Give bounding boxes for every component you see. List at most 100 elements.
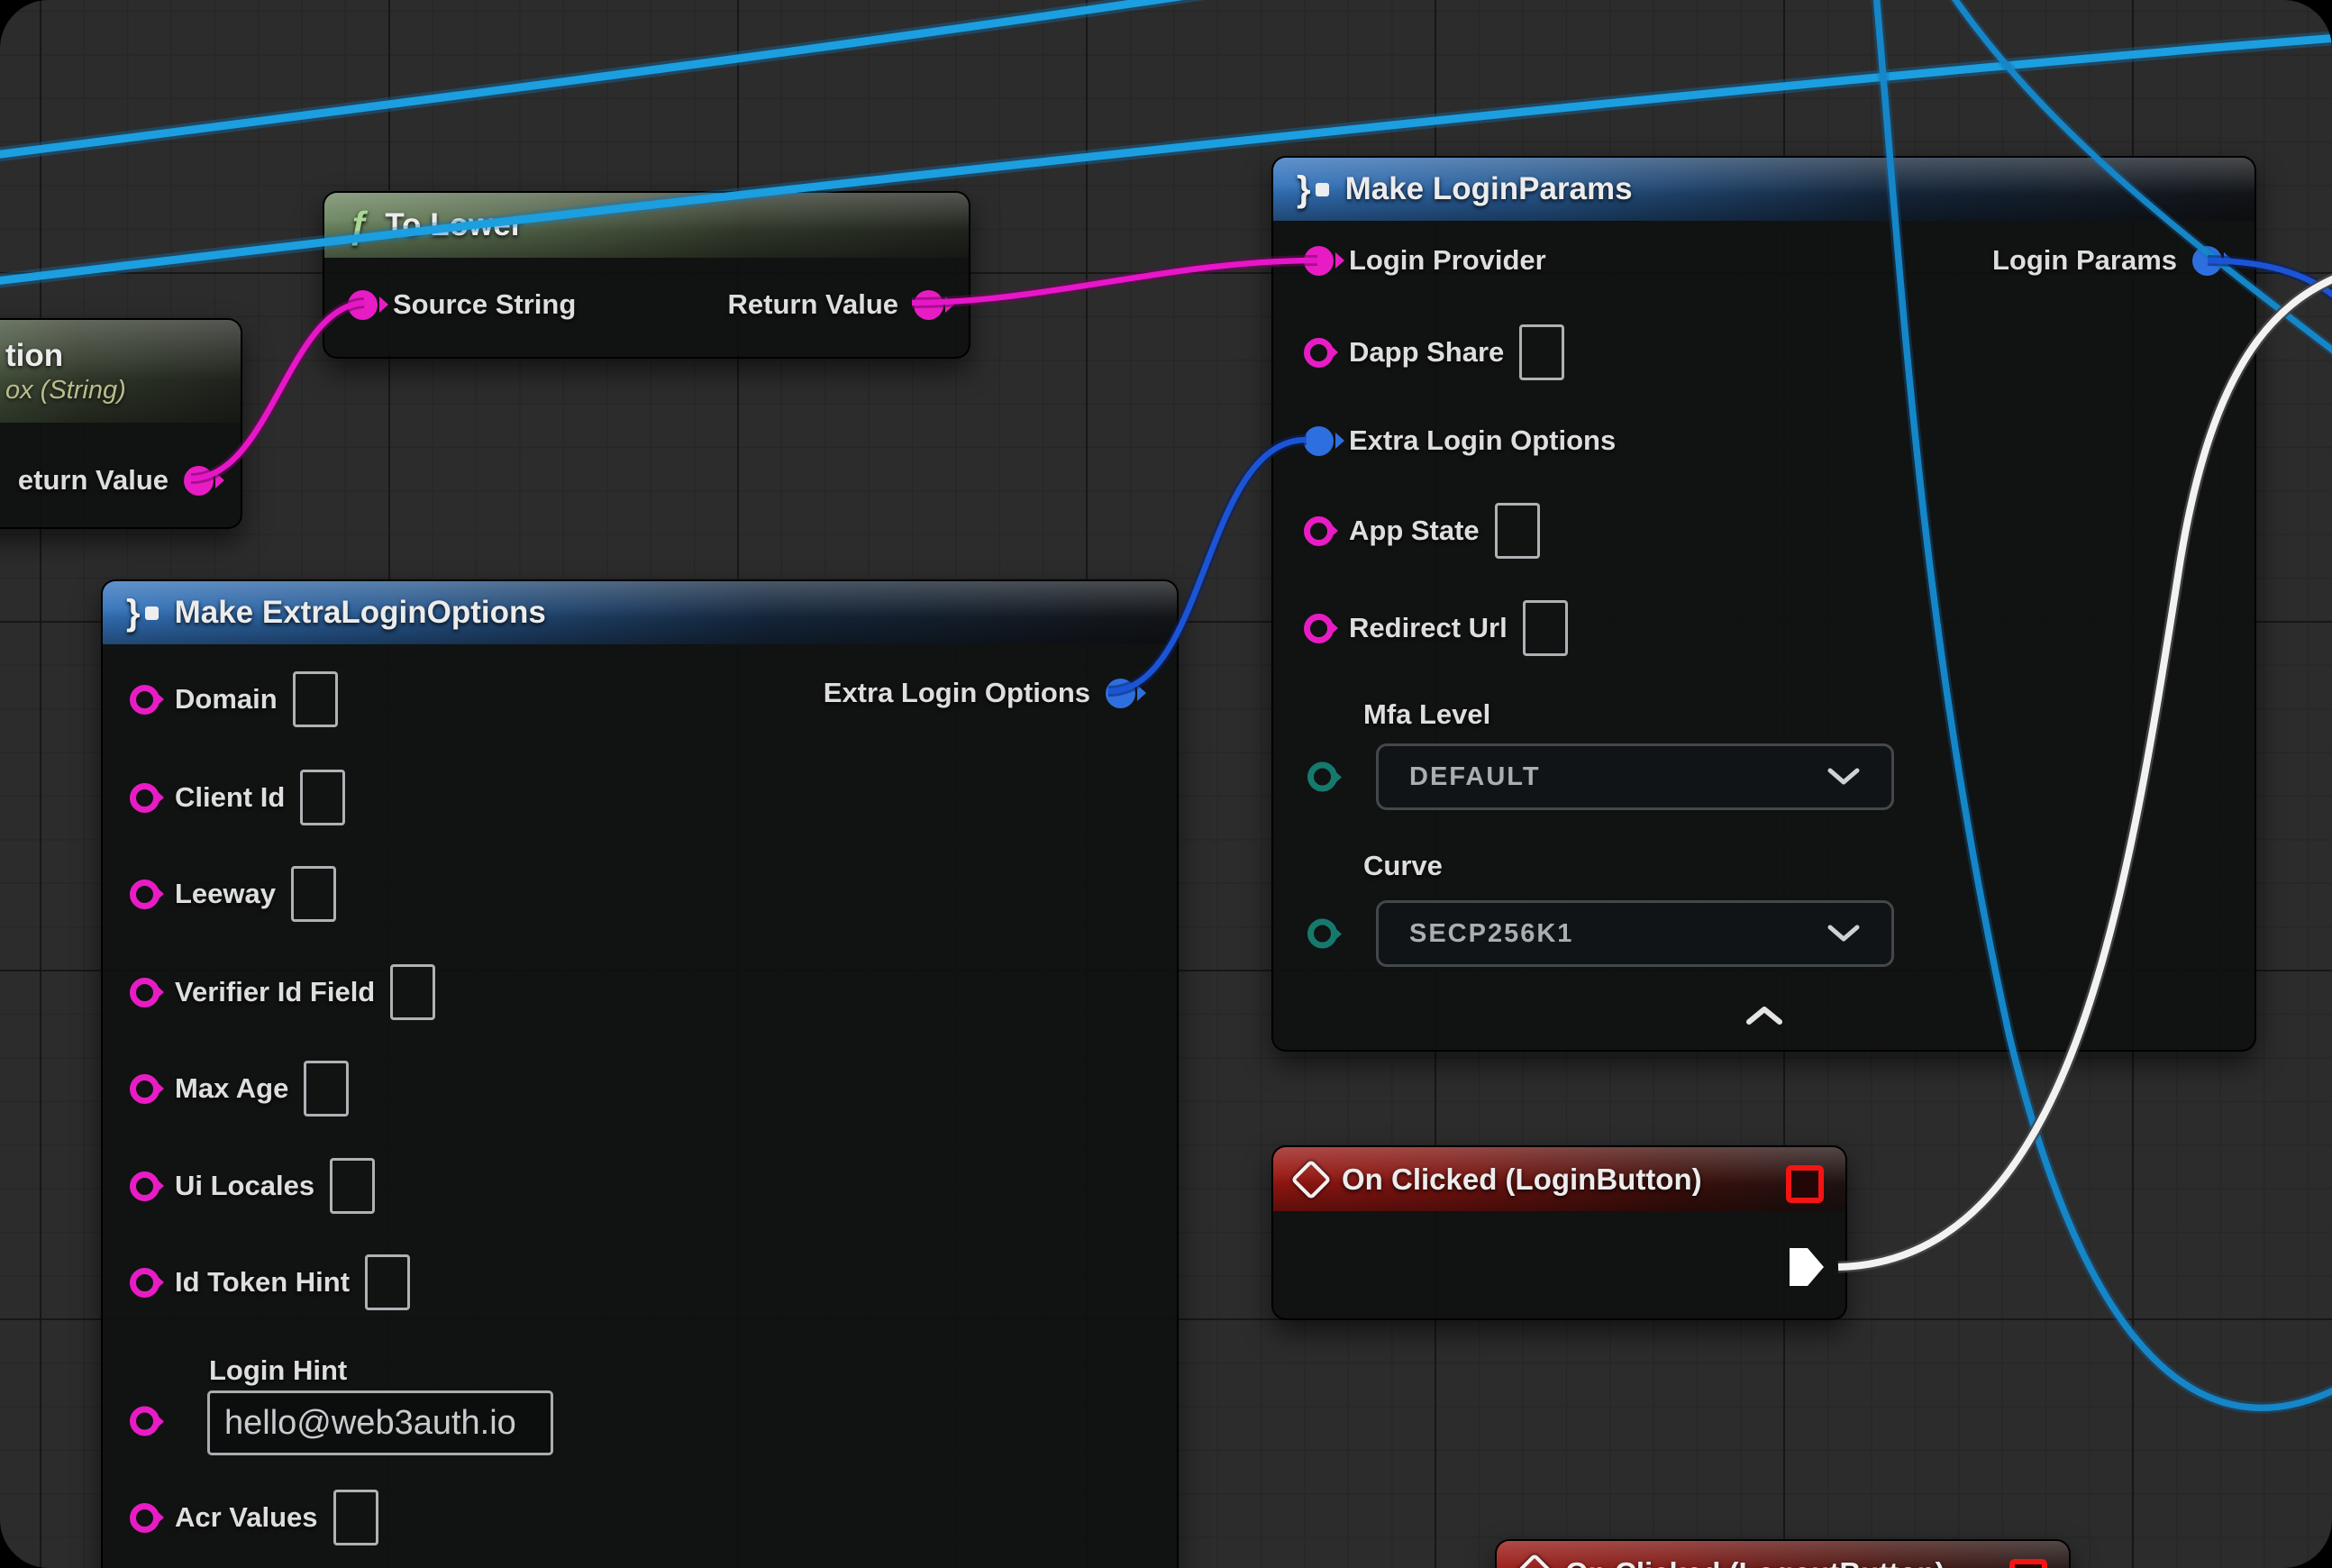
node-header[interactable]: On Clicked (LoginButton)	[1273, 1147, 1845, 1211]
string-input-pin[interactable]	[130, 685, 159, 715]
curve-value: SECP256K1	[1409, 919, 1573, 949]
make-struct-icon: }	[1297, 169, 1329, 210]
pin-row-extra-login-options-in: Extra Login Options	[1304, 424, 1616, 457]
delegate-pin-icon[interactable]	[1786, 1165, 1824, 1203]
node-title: Make ExtraLoginOptions	[175, 595, 546, 631]
pin-row-login-provider: Login Provider	[1304, 244, 1546, 277]
node-title: On Clicked (LogoutButton)	[1565, 1556, 1945, 1568]
login-hint-input[interactable]	[207, 1390, 553, 1455]
pin-label: Verifier Id Field	[175, 976, 375, 1008]
node-subtitle-fragment: ox (String)	[5, 376, 126, 406]
pin-label: Login Provider	[1349, 244, 1546, 277]
pin-row-id-token-hint: Id Token Hint	[130, 1254, 410, 1310]
node-text-getter-partial[interactable]: tion ox (String) eturn Value	[0, 318, 242, 529]
curve-label: Curve	[1363, 850, 1443, 882]
node-to-lower[interactable]: ƒ To Lower Source String Return Value	[323, 191, 970, 359]
text-value-box[interactable]	[390, 964, 435, 1020]
string-input-pin[interactable]	[130, 1268, 159, 1298]
text-value-box[interactable]	[365, 1254, 410, 1310]
text-value-box[interactable]	[1495, 503, 1540, 559]
node-header[interactable]: On Clicked (LogoutButton)	[1497, 1541, 2069, 1568]
string-input-pin[interactable]	[130, 1074, 159, 1104]
struct-output-pin[interactable]	[2192, 246, 2222, 276]
chevron-down-icon	[1826, 767, 1861, 787]
pin-row-verifier-id-field: Verifier Id Field	[130, 964, 435, 1020]
pin-label: Login Params	[1992, 244, 2177, 277]
event-diamond-icon	[1290, 1159, 1331, 1199]
node-on-clicked-logout-button[interactable]: On Clicked (LogoutButton)	[1495, 1539, 2071, 1568]
pin-label: Return Value	[728, 288, 899, 321]
pin-row-leeway: Leeway	[130, 866, 336, 922]
text-value-box[interactable]	[1519, 324, 1564, 380]
pin-row-return-value: Return Value	[728, 288, 944, 321]
string-output-pin[interactable]	[184, 466, 214, 496]
event-diamond-icon	[1514, 1553, 1554, 1568]
node-title: On Clicked (LoginButton)	[1342, 1162, 1702, 1197]
string-input-pin[interactable]	[130, 783, 159, 813]
string-input-pin[interactable]	[130, 978, 159, 1007]
chevron-down-icon	[1826, 924, 1861, 944]
curve-dropdown[interactable]: SECP256K1	[1376, 900, 1894, 967]
pin-label: Client Id	[175, 781, 285, 814]
node-header[interactable]: } Make ExtraLoginOptions	[103, 581, 1177, 644]
enum-input-pin[interactable]	[1307, 762, 1337, 792]
pin-label: Source String	[393, 288, 576, 321]
pin-row-client-id: Client Id	[130, 770, 345, 825]
pin-row-login-params-out: Login Params	[1992, 244, 2222, 277]
mfa-level-value: DEFAULT	[1409, 762, 1541, 792]
exec-output-pin[interactable]	[1788, 1246, 1827, 1292]
text-value-box[interactable]	[304, 1061, 349, 1117]
node-title: To Lower	[385, 207, 523, 243]
text-value-box[interactable]	[291, 866, 336, 922]
string-input-pin[interactable]	[1304, 516, 1334, 546]
mfa-level-dropdown[interactable]: DEFAULT	[1376, 743, 1894, 810]
pin-row-app-state: App State	[1304, 503, 1540, 559]
node-title-fragment: tion	[5, 338, 63, 374]
string-input-pin[interactable]	[1304, 614, 1334, 643]
delegate-pin-icon[interactable]	[2009, 1559, 2047, 1568]
function-icon: ƒ	[348, 204, 369, 247]
pin-label: Domain	[175, 683, 278, 716]
node-header[interactable]: ƒ To Lower	[324, 193, 969, 258]
pin-label: Leeway	[175, 878, 276, 910]
struct-output-pin[interactable]	[1106, 679, 1135, 708]
pin-label: eturn Value	[18, 464, 169, 497]
node-make-login-params[interactable]: } Make LoginParams Login Params Login Pr…	[1271, 156, 2256, 1052]
struct-input-pin[interactable]	[1304, 426, 1334, 456]
string-input-pin[interactable]	[1304, 246, 1334, 276]
pin-row-extra-login-options-out: Extra Login Options	[824, 677, 1135, 709]
node-title: Make LoginParams	[1345, 171, 1633, 207]
node-make-extra-login-options[interactable]: } Make ExtraLoginOptions Extra Login Opt…	[101, 579, 1179, 1568]
pin-label: Dapp Share	[1349, 336, 1504, 369]
pin-row-return-value: eturn Value	[18, 464, 214, 497]
pin-row-login-hint	[130, 1407, 159, 1436]
text-value-box[interactable]	[293, 671, 338, 727]
node-header[interactable]: } Make LoginParams	[1273, 158, 2255, 221]
mfa-level-label: Mfa Level	[1363, 698, 1490, 731]
pin-row-source-string: Source String	[348, 288, 576, 321]
node-on-clicked-login-button[interactable]: On Clicked (LoginButton)	[1271, 1145, 1847, 1320]
text-value-box[interactable]	[330, 1158, 375, 1214]
pin-label: Max Age	[175, 1072, 288, 1105]
text-value-box[interactable]	[300, 770, 345, 825]
string-input-pin[interactable]	[130, 1407, 159, 1436]
enum-input-pin[interactable]	[1307, 919, 1337, 949]
make-struct-icon: }	[126, 593, 159, 634]
node-header[interactable]: tion ox (String)	[0, 320, 241, 423]
string-input-pin[interactable]	[348, 290, 378, 320]
string-input-pin[interactable]	[130, 880, 159, 909]
blueprint-graph-canvas[interactable]: tion ox (String) eturn Value ƒ To Lower …	[0, 0, 2332, 1568]
pin-label: Id Token Hint	[175, 1266, 350, 1299]
pin-label: App State	[1349, 515, 1480, 547]
pin-row-max-age: Max Age	[130, 1061, 349, 1117]
string-input-pin[interactable]	[1304, 338, 1334, 368]
string-output-pin[interactable]	[914, 290, 943, 320]
string-input-pin[interactable]	[130, 1503, 159, 1533]
collapse-node-button[interactable]	[1744, 1005, 1785, 1031]
pin-label: Extra Login Options	[824, 677, 1090, 709]
pin-label: Acr Values	[175, 1501, 318, 1534]
string-input-pin[interactable]	[130, 1171, 159, 1201]
text-value-box[interactable]	[1523, 600, 1568, 656]
pin-label: Ui Locales	[175, 1170, 314, 1202]
text-value-box[interactable]	[333, 1490, 378, 1545]
